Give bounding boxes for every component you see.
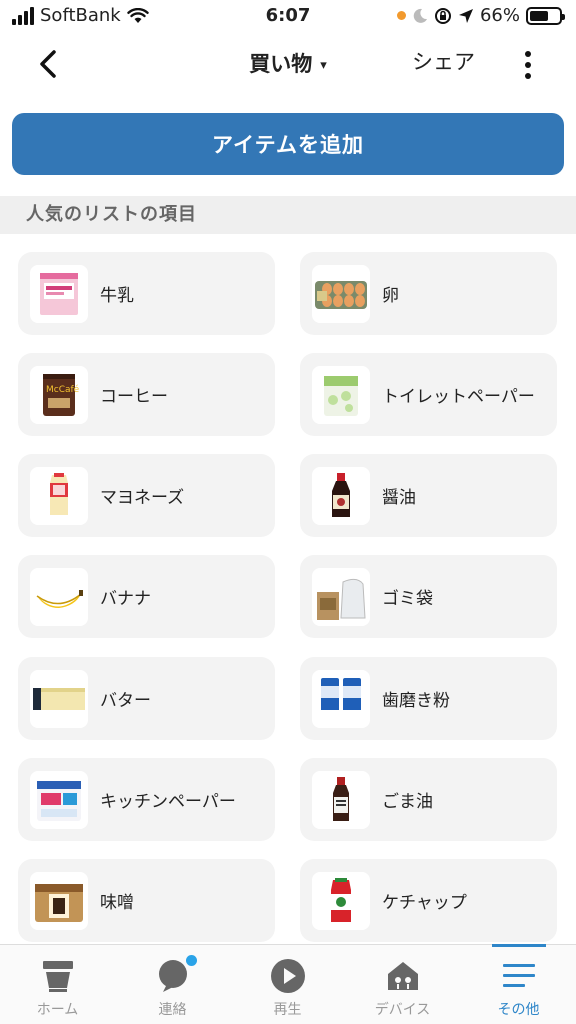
item-card[interactable]: ゴミ袋 bbox=[300, 555, 557, 638]
section-title: 人気のリストの項目 bbox=[0, 196, 576, 234]
status-right: 66% bbox=[396, 5, 565, 26]
kitchen-paper-icon bbox=[30, 770, 88, 829]
more-dot bbox=[525, 51, 531, 57]
nav-bar: 買い物 ▾ シェア bbox=[0, 34, 576, 94]
soy-sauce-icon bbox=[312, 466, 370, 525]
more-dot bbox=[525, 73, 531, 79]
item-card[interactable]: McCafé コーヒー bbox=[18, 353, 275, 436]
location-arrow-icon bbox=[458, 8, 473, 23]
item-label: バナナ bbox=[100, 589, 151, 609]
trash-bag-icon bbox=[312, 567, 370, 626]
notification-dot bbox=[185, 955, 197, 966]
banana-icon bbox=[30, 567, 88, 626]
rotation-lock-icon bbox=[434, 7, 451, 24]
item-card[interactable]: バナナ bbox=[18, 555, 275, 638]
item-label: ゴミ袋 bbox=[382, 589, 433, 609]
moon-icon bbox=[413, 8, 427, 23]
battery-percent: 66% bbox=[479, 5, 520, 26]
more-dot bbox=[525, 62, 531, 68]
mayonnaise-icon bbox=[30, 466, 88, 525]
tab-label: デバイス bbox=[374, 1002, 431, 1018]
sesame-oil-icon bbox=[312, 770, 370, 829]
home-icon bbox=[38, 957, 78, 995]
item-label: 歯磨き粉 bbox=[382, 691, 450, 711]
list-title: 買い物 bbox=[249, 52, 313, 76]
item-label: 卵 bbox=[382, 286, 399, 306]
svg-text:McCafé: McCafé bbox=[46, 384, 80, 395]
tab-play[interactable]: 再生 bbox=[230, 945, 345, 1024]
share-button[interactable]: シェア bbox=[412, 46, 475, 76]
item-card[interactable]: 卵 bbox=[300, 252, 557, 335]
play-icon bbox=[268, 957, 308, 995]
chat-icon bbox=[153, 955, 197, 995]
tab-more[interactable]: その他 bbox=[461, 945, 576, 1024]
egg-carton-icon bbox=[312, 264, 370, 323]
mic-indicator-dot bbox=[396, 11, 406, 20]
tab-label: その他 bbox=[497, 1002, 540, 1018]
tab-label: ホーム bbox=[36, 1002, 79, 1018]
item-label: ごま油 bbox=[382, 792, 433, 812]
butter-icon bbox=[30, 669, 88, 728]
item-card[interactable]: マヨネーズ bbox=[18, 454, 275, 537]
item-label: 牛乳 bbox=[100, 286, 134, 306]
add-item-button[interactable]: アイテムを追加 bbox=[12, 113, 564, 175]
caret-down-icon: ▾ bbox=[320, 58, 327, 73]
item-label: キッチンペーパー bbox=[100, 792, 236, 812]
item-card[interactable]: ごま油 bbox=[300, 758, 557, 841]
battery-level bbox=[530, 10, 549, 21]
devices-icon bbox=[383, 957, 423, 995]
item-card[interactable]: 歯磨き粉 bbox=[300, 657, 557, 740]
item-card[interactable]: ケチャップ bbox=[300, 859, 557, 942]
tab-bar: ホーム 連絡 再生 デバイス その他 bbox=[0, 944, 576, 1024]
item-card[interactable]: 牛乳 bbox=[18, 252, 275, 335]
miso-icon bbox=[30, 871, 88, 930]
item-card[interactable]: 醤油 bbox=[300, 454, 557, 537]
item-label: 醤油 bbox=[382, 488, 416, 508]
item-label: コーヒー bbox=[100, 387, 168, 407]
milk-carton-icon bbox=[30, 264, 88, 323]
battery-icon bbox=[526, 6, 565, 25]
tab-contact[interactable]: 連絡 bbox=[115, 945, 230, 1024]
item-label: マヨネーズ bbox=[100, 488, 185, 508]
tab-label: 連絡 bbox=[158, 1002, 187, 1018]
tab-devices[interactable]: デバイス bbox=[345, 945, 460, 1024]
list-title-dropdown[interactable]: 買い物 ▾ bbox=[0, 48, 576, 78]
toilet-paper-icon bbox=[312, 365, 370, 424]
menu-icon bbox=[499, 957, 539, 995]
item-card[interactable]: バター bbox=[18, 657, 275, 740]
ketchup-icon bbox=[312, 871, 370, 930]
toothpaste-icon bbox=[312, 669, 370, 728]
status-bar: SoftBank 6:07 66% bbox=[0, 0, 576, 34]
item-label: 味噌 bbox=[100, 893, 134, 913]
tab-label: 再生 bbox=[273, 1002, 302, 1018]
item-label: バター bbox=[100, 691, 151, 711]
item-label: トイレットペーパー bbox=[382, 387, 535, 407]
tab-home[interactable]: ホーム bbox=[0, 945, 115, 1024]
coffee-can-icon: McCafé bbox=[30, 365, 88, 424]
item-card[interactable]: トイレットペーパー bbox=[300, 353, 557, 436]
item-card[interactable]: 味噌 bbox=[18, 859, 275, 942]
item-card[interactable]: キッチンペーパー bbox=[18, 758, 275, 841]
item-label: ケチャップ bbox=[382, 893, 467, 913]
more-options-button[interactable] bbox=[518, 48, 538, 82]
